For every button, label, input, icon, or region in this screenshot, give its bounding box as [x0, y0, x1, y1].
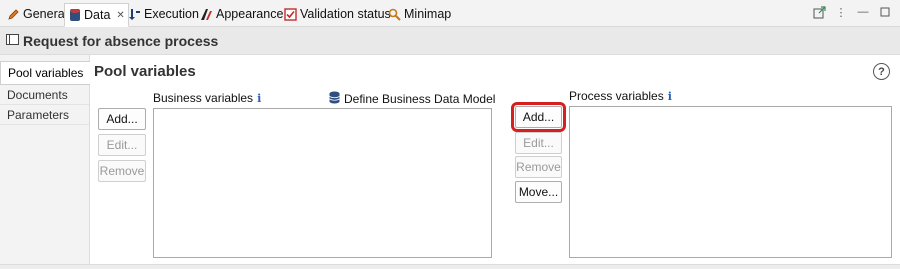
magnifier-icon: [388, 8, 401, 21]
tab-label: Data: [84, 8, 111, 22]
sidetab-label: Parameters: [7, 107, 70, 122]
define-bdm-text: Define Business Data Model: [344, 92, 496, 106]
process-add-button[interactable]: Add...: [511, 102, 566, 132]
pencil-icon: [7, 8, 20, 21]
business-variables-label: Business variables i: [153, 91, 261, 105]
process-remove-button[interactable]: Remove: [515, 156, 562, 178]
view-menu-icon[interactable]: ⋮: [834, 5, 848, 19]
open-in-new-icon[interactable]: [812, 5, 826, 19]
help-icon[interactable]: ?: [873, 63, 890, 80]
sidetab-parameters[interactable]: Parameters: [0, 105, 89, 125]
tab-appearance[interactable]: Appearance: [197, 4, 286, 24]
form-header: Request for absence process: [0, 27, 900, 55]
database-stack-icon: [329, 91, 340, 107]
tab-label: Execution: [144, 7, 199, 21]
process-variables-label: Process variables i: [569, 89, 672, 103]
minimize-icon[interactable]: —: [856, 5, 870, 19]
process-variables-text: Process variables: [569, 89, 664, 103]
process-edit-button[interactable]: Edit...: [515, 132, 562, 154]
maximize-icon[interactable]: [878, 5, 892, 19]
header-title: Request for absence process: [23, 32, 219, 49]
window-controls: ⋮ —: [812, 5, 892, 19]
side-tabs: Pool variables Documents Parameters: [0, 55, 91, 269]
section-title: Pool variables: [94, 63, 196, 80]
tab-label: Validation status: [300, 7, 391, 21]
sidetab-label: Documents: [7, 87, 68, 102]
sidetab-pool-variables[interactable]: Pool variables: [0, 61, 91, 85]
tab-label: Minimap: [404, 7, 452, 21]
close-tab-icon[interactable]: ✕: [116, 10, 124, 21]
info-icon[interactable]: i: [257, 92, 261, 105]
tab-data[interactable]: Data ✕: [64, 3, 129, 27]
process-variables-list[interactable]: [569, 106, 892, 258]
business-variables-list[interactable]: [153, 108, 492, 258]
sidetab-label: Pool variables: [8, 66, 84, 80]
tab-execution[interactable]: Execution: [125, 4, 202, 24]
define-bdm-link[interactable]: Define Business Data Model: [329, 91, 495, 107]
bottom-border: [0, 264, 900, 269]
execution-icon: [128, 8, 141, 21]
info-icon[interactable]: i: [668, 90, 672, 103]
business-add-button[interactable]: Add...: [98, 108, 146, 130]
database-icon: [68, 9, 81, 22]
business-variables-text: Business variables: [153, 91, 254, 105]
sidetab-documents[interactable]: Documents: [0, 85, 89, 105]
tab-general[interactable]: General: [4, 4, 70, 24]
business-remove-button[interactable]: Remove: [98, 160, 146, 182]
pool-variables-panel: Pool variables ? Business variables i De…: [90, 55, 900, 269]
pool-icon: [6, 33, 19, 48]
appearance-icon: [200, 8, 213, 21]
business-edit-button[interactable]: Edit...: [98, 134, 146, 156]
editor-tab-bar: General Data ✕ Execution Appearance Vali…: [0, 0, 900, 27]
tab-label: Appearance: [216, 7, 284, 21]
tab-validation-status[interactable]: Validation status: [281, 4, 394, 24]
process-move-button[interactable]: Move...: [515, 181, 562, 203]
checkbox-icon: [284, 7, 297, 21]
tab-label: General: [23, 7, 68, 21]
tab-minimap[interactable]: Minimap: [385, 4, 454, 24]
